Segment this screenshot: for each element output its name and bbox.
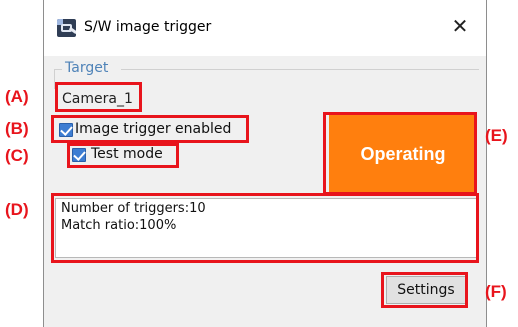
callout-box-e	[323, 112, 477, 195]
group-border	[121, 69, 479, 70]
camera-trigger-icon	[57, 19, 76, 37]
tag-b: (B)	[5, 119, 29, 138]
window-title: S/W image trigger	[84, 19, 212, 35]
tag-c: (C)	[5, 146, 29, 165]
tag-a: (A)	[5, 87, 29, 106]
title-bar: S/W image trigger ✕	[44, 0, 486, 56]
group-border	[54, 69, 62, 70]
callout-box-f	[381, 272, 468, 308]
callout-box-c	[67, 143, 179, 168]
tag-e: (E)	[485, 126, 508, 145]
callout-box-b	[51, 115, 249, 143]
callout-box-a	[55, 82, 142, 112]
tag-d: (D)	[5, 200, 29, 219]
callout-box-d	[51, 193, 479, 263]
target-group-label: Target	[65, 60, 109, 76]
tag-f: (F)	[485, 282, 507, 301]
close-icon[interactable]: ✕	[449, 15, 471, 37]
